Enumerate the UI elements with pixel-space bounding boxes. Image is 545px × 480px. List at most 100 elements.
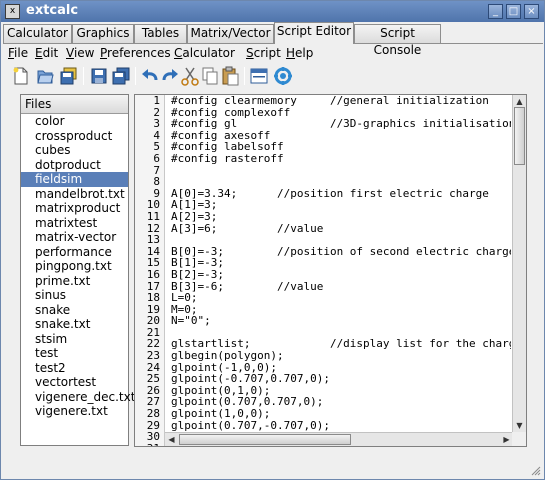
new-file-icon[interactable] bbox=[11, 66, 31, 86]
line-number: 16 bbox=[146, 267, 160, 281]
file-item[interactable]: stsim bbox=[21, 332, 128, 347]
file-item[interactable]: mandelbrot.txt bbox=[21, 187, 128, 202]
scroll-left-icon[interactable]: ◀ bbox=[166, 434, 177, 445]
horizontal-scroll-thumb[interactable] bbox=[179, 434, 351, 445]
minimize-button[interactable]: _ bbox=[488, 4, 503, 19]
files-list: color crossproduct cubes dotproduct fieldsim… bbox=[21, 114, 135, 419]
open-file-icon[interactable] bbox=[35, 66, 55, 86]
file-item[interactable]: vectortest bbox=[21, 375, 128, 390]
copy-icon[interactable] bbox=[200, 66, 220, 86]
file-item[interactable]: pingpong.txt bbox=[21, 259, 128, 274]
scroll-right-icon[interactable]: ▶ bbox=[501, 434, 512, 445]
file-item[interactable]: test bbox=[21, 346, 128, 361]
file-item[interactable]: matrix-vector bbox=[21, 230, 128, 245]
code-line: M=0; bbox=[171, 302, 198, 316]
file-item[interactable]: matrixtest bbox=[21, 216, 128, 231]
file-item[interactable]: vigenere_dec.txt bbox=[21, 390, 135, 405]
toolbar-separator bbox=[83, 67, 84, 85]
line-number-gutter: 1 2 3 4 5 6 7 8 9 10 11 12 13 14 15 16 17 18 19 20 21 22 23 24 2… bbox=[135, 95, 165, 446]
line-number: 28 bbox=[146, 407, 160, 421]
code-line: A[3]=6; //value bbox=[171, 221, 324, 235]
code-line: glbegin(polygon); bbox=[171, 349, 284, 363]
file-item[interactable]: matrixproduct bbox=[21, 201, 128, 216]
toolbar-separator bbox=[244, 67, 245, 85]
save-as-icon[interactable] bbox=[111, 66, 131, 86]
line-number: 18 bbox=[146, 291, 160, 305]
tab-graphics[interactable]: Graphics bbox=[72, 24, 134, 43]
paste-icon[interactable] bbox=[220, 66, 240, 86]
code-line: glpoint(1,0,0); bbox=[171, 407, 271, 421]
code-line: B[2]=-3; bbox=[171, 267, 224, 281]
toolbar-separator bbox=[135, 67, 136, 85]
file-item[interactable]: snake.txt bbox=[21, 317, 128, 332]
resize-grip-icon[interactable] bbox=[531, 466, 541, 476]
code-line: N="0"; bbox=[171, 314, 211, 328]
horizontal-scrollbar[interactable]: ◀ ▶ bbox=[165, 432, 513, 446]
file-item[interactable]: cubes bbox=[21, 143, 128, 158]
menu-help[interactable]: Help bbox=[286, 45, 313, 61]
tab-calculator[interactable]: Calculator bbox=[3, 24, 72, 43]
menu-bar: File Edit View Preferences Calculator Sc… bbox=[3, 44, 543, 62]
cut-icon[interactable] bbox=[180, 66, 200, 86]
file-item[interactable]: prime.txt bbox=[21, 274, 128, 289]
file-item[interactable]: vigenere.txt bbox=[21, 404, 128, 419]
scroll-up-icon[interactable]: ▲ bbox=[514, 96, 525, 107]
line-number: 6 bbox=[153, 151, 160, 165]
script-editor[interactable]: 1 2 3 4 5 6 7 8 9 10 11 12 13 14 15 16 17 18 19 20 21 22 23 24 2… bbox=[134, 94, 527, 447]
tab-script-editor[interactable]: Script Editor bbox=[274, 22, 354, 44]
save-all-icon[interactable] bbox=[59, 66, 79, 86]
redo-icon[interactable] bbox=[160, 66, 180, 86]
file-item[interactable]: test2 bbox=[21, 361, 128, 376]
code-line: A[0]=3.34; //position first electric cha… bbox=[171, 186, 489, 200]
file-item[interactable]: color bbox=[21, 114, 128, 129]
code-area[interactable]: #config clearmemory //general initializa… bbox=[171, 95, 511, 431]
main-tabs: Calculator Graphics Tables Matrix/Vector… bbox=[3, 22, 543, 57]
menu-preferences[interactable]: Preferences bbox=[100, 45, 171, 61]
file-item[interactable]: dotproduct bbox=[21, 158, 128, 173]
close-button[interactable]: × bbox=[524, 4, 539, 19]
line-number: 8 bbox=[153, 175, 160, 189]
scrollbar-corner bbox=[512, 432, 526, 446]
app-window: x extcalc _ □ × Calculator Graphics Tabl… bbox=[0, 0, 545, 480]
code-line: #config rasteroff bbox=[171, 151, 284, 165]
file-item[interactable]: sinus bbox=[21, 288, 128, 303]
menu-edit[interactable]: Edit bbox=[35, 45, 58, 61]
app-icon: x bbox=[5, 4, 20, 19]
file-item[interactable]: crossproduct bbox=[21, 129, 128, 144]
file-item[interactable]: fieldsim bbox=[21, 172, 128, 187]
toolbar bbox=[3, 63, 543, 89]
code-line: #config clearmemory //general initializa… bbox=[171, 95, 489, 107]
vertical-scrollbar[interactable]: ▲ ▼ bbox=[512, 95, 526, 432]
code-line: B[3]=-6; //value bbox=[171, 279, 324, 293]
menu-script[interactable]: Script bbox=[246, 45, 281, 61]
menu-calculator[interactable]: Calculator bbox=[174, 45, 235, 61]
file-item[interactable]: performance bbox=[21, 245, 128, 260]
window-title: extcalc bbox=[26, 3, 79, 18]
undo-icon[interactable] bbox=[140, 66, 160, 86]
scroll-down-icon[interactable]: ▼ bbox=[514, 420, 525, 431]
line-number: 31 bbox=[135, 443, 164, 446]
maximize-button[interactable]: □ bbox=[506, 4, 521, 19]
run-window-icon[interactable] bbox=[249, 66, 269, 86]
file-item[interactable]: snake bbox=[21, 303, 128, 318]
tab-script-console[interactable]: Script Console bbox=[354, 24, 441, 57]
tab-matrix-vector[interactable]: Matrix/Vector bbox=[187, 24, 274, 43]
code-line: A[2]=3; bbox=[171, 209, 218, 223]
save-icon[interactable] bbox=[89, 66, 109, 86]
code-line: L=0; bbox=[171, 291, 198, 305]
files-panel: Files color crossproduct cubes dotproduct fi… bbox=[20, 94, 135, 446]
tab-tables[interactable]: Tables bbox=[134, 24, 187, 43]
line-number: 1 bbox=[153, 95, 160, 107]
line-number: 23 bbox=[146, 349, 160, 363]
menu-view[interactable]: View bbox=[66, 45, 94, 61]
line-number: 11 bbox=[146, 209, 160, 223]
vertical-scroll-thumb[interactable] bbox=[514, 107, 525, 165]
files-header[interactable]: Files bbox=[21, 95, 128, 114]
menu-file[interactable]: File bbox=[8, 45, 28, 61]
title-bar[interactable]: x extcalc _ □ × bbox=[1, 1, 544, 22]
run-script-icon[interactable] bbox=[273, 66, 293, 86]
line-number: 13 bbox=[146, 233, 160, 247]
